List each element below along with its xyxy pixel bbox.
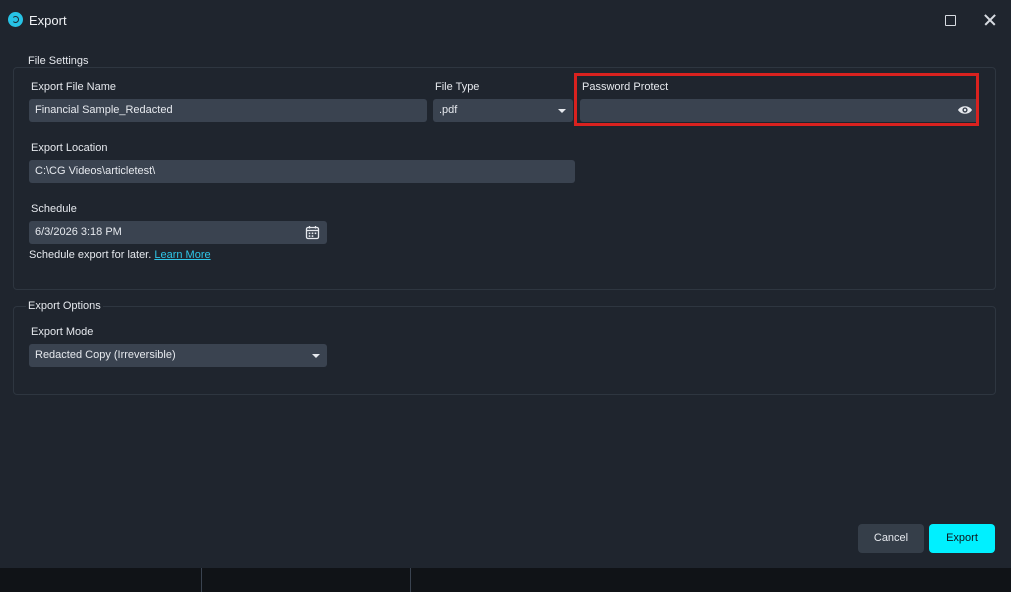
location-label: Export Location — [31, 142, 108, 154]
export-button[interactable]: Export — [929, 524, 995, 553]
schedule-label: Schedule — [31, 203, 77, 215]
schedule-note-text: Schedule export for later. — [29, 249, 152, 261]
app-logo-icon — [8, 12, 23, 27]
password-highlight-box — [574, 73, 979, 126]
location-input[interactable]: C:\CG Videos\articletest\ — [29, 160, 575, 183]
export-options-title: Export Options — [26, 300, 103, 312]
export-mode-select[interactable]: Redacted Copy (Irreversible) — [29, 344, 327, 367]
cancel-button[interactable]: Cancel — [858, 524, 924, 553]
file-type-select[interactable]: .pdf — [433, 99, 573, 122]
learn-more-link[interactable]: Learn More — [154, 249, 210, 261]
file-name-label: Export File Name — [31, 81, 116, 93]
schedule-value: 6/3/2026 3:18 PM — [35, 226, 122, 238]
file-type-label: File Type — [435, 81, 480, 93]
taskbar-divider — [410, 568, 411, 592]
file-name-input[interactable]: Financial Sample_Redacted — [29, 99, 427, 122]
file-settings-title: File Settings — [26, 55, 91, 67]
export-mode-label: Export Mode — [31, 326, 94, 338]
export-mode-value: Redacted Copy (Irreversible) — [35, 349, 176, 361]
dropdown-arrow-icon — [312, 354, 320, 358]
calendar-icon[interactable] — [305, 225, 320, 240]
schedule-note: Schedule export for later. Learn More — [29, 249, 211, 261]
schedule-input[interactable]: 6/3/2026 3:18 PM — [29, 221, 327, 244]
title-bar: Export — [0, 0, 1011, 40]
taskbar-divider — [201, 568, 202, 592]
close-icon[interactable] — [977, 8, 1003, 32]
maximize-icon[interactable] — [937, 8, 963, 32]
taskbar — [0, 568, 1011, 592]
dropdown-arrow-icon — [558, 109, 566, 113]
window-title: Export — [29, 13, 67, 28]
file-type-value: .pdf — [439, 104, 458, 116]
